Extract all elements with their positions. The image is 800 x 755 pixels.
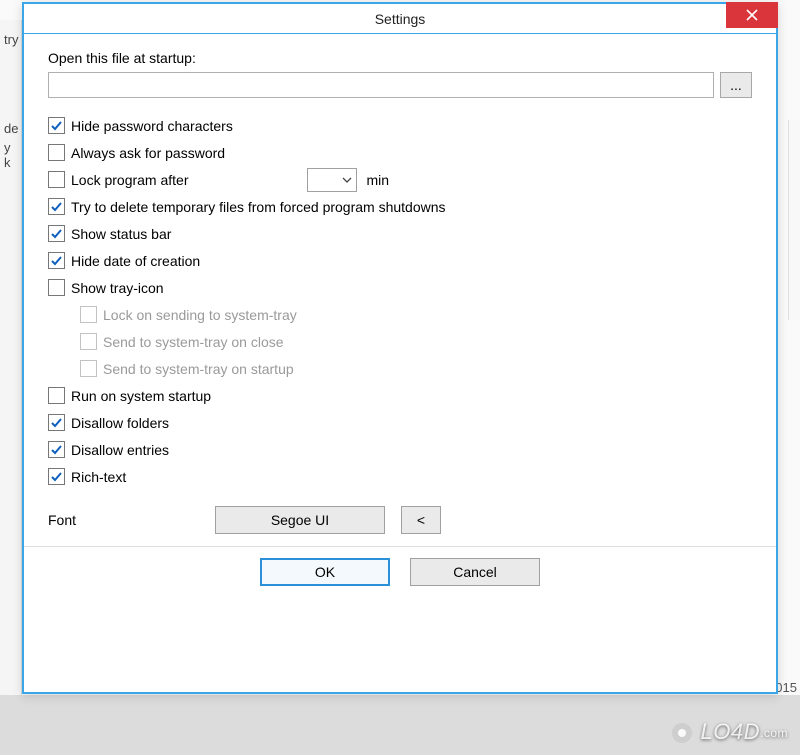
option-label: Disallow folders xyxy=(71,415,169,431)
option-label: Always ask for password xyxy=(71,145,225,161)
close-icon xyxy=(746,9,758,21)
checkbox-hide_pw[interactable] xyxy=(48,117,65,134)
close-button[interactable] xyxy=(726,2,778,28)
open-file-label: Open this file at startup: xyxy=(48,50,752,66)
checkbox-tray_icon[interactable] xyxy=(48,279,65,296)
watermark-bullet-icon xyxy=(672,723,692,743)
option-row-hide_date: Hide date of creation xyxy=(48,247,752,274)
watermark: LO4D.com xyxy=(672,719,788,745)
bg-text: y k xyxy=(0,138,21,172)
option-label: Rich-text xyxy=(71,469,126,485)
watermark-brand: LO4D xyxy=(701,719,760,744)
option-label: Disallow entries xyxy=(71,442,169,458)
option-row-ask_pw: Always ask for password xyxy=(48,139,752,166)
option-label: Send to system-tray on close xyxy=(103,334,284,350)
dialog-body: Open this file at startup: ... Hide pass… xyxy=(24,34,776,546)
bg-text: try xyxy=(0,30,21,49)
settings-dialog: Settings Open this file at startup: ... … xyxy=(22,2,778,694)
checkbox-dis_entries[interactable] xyxy=(48,441,65,458)
checkbox-richtext[interactable] xyxy=(48,468,65,485)
background-right-panel xyxy=(788,120,800,320)
ok-button[interactable]: OK xyxy=(260,558,390,586)
checkbox-run_startup[interactable] xyxy=(48,387,65,404)
option-row-run_startup: Run on system startup xyxy=(48,382,752,409)
option-row-status_bar: Show status bar xyxy=(48,220,752,247)
option-row-dis_folders: Disallow folders xyxy=(48,409,752,436)
font-reset-button[interactable]: < xyxy=(401,506,441,534)
checkbox-lock_tray xyxy=(80,306,97,323)
bg-text: de xyxy=(0,119,21,138)
background-sidebar: try de y k xyxy=(0,20,22,695)
option-row-lock_after: Lock program after min xyxy=(48,166,752,193)
dialog-title: Settings xyxy=(24,11,776,27)
watermark-suffix: .com xyxy=(760,726,788,740)
option-label: Hide password characters xyxy=(71,118,233,134)
browse-button[interactable]: ... xyxy=(720,72,752,98)
open-file-input[interactable] xyxy=(48,72,714,98)
option-row-tray_icon: Show tray-icon xyxy=(48,274,752,301)
font-select-button[interactable]: Segoe UI xyxy=(215,506,385,534)
option-row-lock_tray: Lock on sending to system-tray xyxy=(48,301,752,328)
option-label: Lock program after xyxy=(71,172,189,188)
option-label: Show status bar xyxy=(71,226,171,242)
dialog-titlebar[interactable]: Settings xyxy=(24,4,776,34)
checkbox-del_tmp[interactable] xyxy=(48,198,65,215)
option-label: Hide date of creation xyxy=(71,253,200,269)
checkbox-hide_date[interactable] xyxy=(48,252,65,269)
option-row-tray_startup: Send to system-tray on startup xyxy=(48,355,752,382)
dialog-footer: OK Cancel xyxy=(24,546,776,596)
font-label: Font xyxy=(48,512,203,528)
checkbox-lock_after[interactable] xyxy=(48,171,65,188)
checkbox-tray_close xyxy=(80,333,97,350)
option-row-hide_pw: Hide password characters xyxy=(48,112,752,139)
checkbox-ask_pw[interactable] xyxy=(48,144,65,161)
option-row-tray_close: Send to system-tray on close xyxy=(48,328,752,355)
checkbox-status_bar[interactable] xyxy=(48,225,65,242)
option-row-dis_entries: Disallow entries xyxy=(48,436,752,463)
lock-timeout-combo[interactable] xyxy=(307,168,357,192)
checkbox-dis_folders[interactable] xyxy=(48,414,65,431)
option-label: Run on system startup xyxy=(71,388,211,404)
option-label: Send to system-tray on startup xyxy=(103,361,294,377)
chevron-down-icon xyxy=(342,175,352,185)
font-row: Font Segoe UI < xyxy=(48,506,752,534)
option-row-richtext: Rich-text xyxy=(48,463,752,490)
option-label: Show tray-icon xyxy=(71,280,164,296)
option-label: Lock on sending to system-tray xyxy=(103,307,297,323)
option-row-del_tmp: Try to delete temporary files from force… xyxy=(48,193,752,220)
option-label: Try to delete temporary files from force… xyxy=(71,199,446,215)
background-year-fragment: 015 xyxy=(775,680,797,695)
cancel-button[interactable]: Cancel xyxy=(410,558,540,586)
open-file-row: ... xyxy=(48,72,752,98)
lock-timeout-suffix: min xyxy=(367,172,390,188)
checkbox-tray_startup xyxy=(80,360,97,377)
